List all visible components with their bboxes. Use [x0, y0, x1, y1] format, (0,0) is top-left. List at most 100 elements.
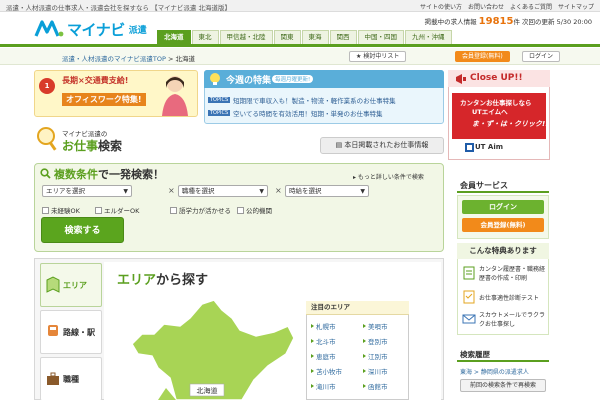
train-icon: [48, 325, 58, 336]
city-link[interactable]: 深川市: [363, 366, 388, 376]
hourly-wage-select-value: 時給を選択: [289, 187, 322, 195]
link-faq[interactable]: よくあるご質問: [510, 2, 552, 11]
job-search-title: お仕事検索: [62, 137, 122, 154]
ut-aim-logo-text: UT Aim: [475, 143, 504, 151]
area-search-title-b: から探す: [156, 273, 209, 288]
feature-topic-1[interactable]: TOPICS 短期限で車収入も！製造・物流・軽作業系のお仕事特集: [208, 95, 396, 105]
site-logo[interactable]: マイナビ 派遣: [34, 18, 147, 40]
checkbox-box[interactable]: [237, 206, 244, 214]
breadcrumb: 派遣・人材派遣のマイナビ派遣TOP > 北海道: [62, 53, 195, 63]
region-tab-tokai[interactable]: 東海: [301, 30, 329, 44]
region-tabs: 北海道 東北 甲信越・北陸 関東 東海 関西 中国・四国 九州・沖縄: [157, 30, 453, 44]
feature-topic-2[interactable]: TOPICS 空いてる時間を有効活用！短期・単発のお仕事特集: [208, 108, 382, 118]
checkbox-no-experience[interactable]: 未経験OK: [42, 205, 80, 215]
area-select[interactable]: エリアを選択 ▼: [42, 185, 132, 197]
mynavi-logo-icon: [34, 20, 64, 37]
advanced-search-link[interactable]: ▸ もっと詳しい条件で検索: [353, 172, 424, 181]
closeup-title: Close UP!!: [470, 73, 523, 83]
city-link[interactable]: 恵庭市: [311, 351, 336, 361]
member-services-rule: [457, 191, 549, 193]
link-sitemap[interactable]: サイトマップ: [558, 2, 594, 11]
perk-aptitude-test[interactable]: お仕事適性診断テスト: [462, 290, 539, 304]
site-tagline: 派遣・人材派遣の仕事求人・派遣会社を探すなら 【マイナビ派遣 北海道版】: [6, 4, 232, 12]
hourly-wage-select[interactable]: 時給を選択 ▼: [285, 185, 369, 197]
next-update: 次回の更新 5/30 20:00: [522, 18, 592, 26]
tab-area[interactable]: エリア: [40, 263, 102, 307]
chevron-down-icon: ▼: [123, 188, 128, 195]
city-link[interactable]: 函館市: [363, 381, 388, 391]
search-history-item[interactable]: 東海 > 静岡県の派遣求人: [460, 367, 529, 376]
tab-label: エリア: [63, 280, 87, 290]
perk-label: スカウトメールでラクラクお仕事探し: [479, 312, 546, 328]
link-contact[interactable]: お問い合わせ: [468, 2, 504, 11]
job-type-select-value: 職種を選択: [182, 187, 215, 195]
map-label: 北海道: [197, 386, 218, 395]
job-search-title-b: 検索: [98, 139, 123, 153]
register-button[interactable]: 会員登録(無料): [455, 51, 510, 62]
perk-resume[interactable]: カンタン履歴書・職務経歴書の作成・印刷: [462, 264, 549, 282]
notable-areas-title: 注目のエリア: [306, 301, 409, 315]
tab-line-station[interactable]: 路線・駅: [40, 310, 102, 354]
member-login-button[interactable]: ログイン: [462, 200, 544, 214]
ut-aim-banner-cta: ま・ず・は・クリック!!: [472, 120, 549, 128]
region-tab-koshinetsu-hokuriku[interactable]: 甲信越・北陸: [219, 30, 273, 44]
tab-job-type[interactable]: 職種: [40, 357, 102, 400]
topic-link[interactable]: 空いてる時間を有効活用！短期・単発のお仕事特集: [233, 108, 382, 118]
banner-subheadline: オフィスワーク特集!: [62, 93, 146, 106]
megaphone-icon: [456, 74, 466, 84]
document-icon: [463, 266, 475, 280]
logo-sub-text: 派遣: [128, 25, 147, 36]
checklist-icon: [463, 290, 475, 304]
checkbox-elder-ok[interactable]: エルダーOK: [95, 205, 139, 215]
region-tab-hokkaido[interactable]: 北海道: [157, 30, 191, 44]
checkbox-label: 未経験OK: [51, 207, 80, 215]
checkbox-box[interactable]: [95, 206, 102, 214]
member-register-button[interactable]: 会員登録(無料): [462, 218, 544, 232]
link-how-to-use[interactable]: サイトの使い方: [420, 2, 462, 11]
login-button[interactable]: ログイン: [522, 51, 561, 62]
city-link[interactable]: 滝川市: [311, 381, 336, 391]
perk-label: カンタン履歴書・職務経歴書の作成・印刷: [479, 266, 546, 282]
weekly-feature-title: 今週の特集: [226, 76, 272, 86]
city-link[interactable]: 苫小牧市: [311, 366, 342, 376]
utility-links: サイトの使い方 お問い合わせ よくあるご質問 サイトマップ: [420, 2, 594, 11]
region-tab-kanto[interactable]: 関東: [273, 30, 301, 44]
topic-link[interactable]: 短期限で車収入も！製造・物流・軽作業系のお仕事特集: [233, 95, 396, 105]
repeat-search-button[interactable]: 前回の検索条件で再検索: [460, 379, 546, 392]
region-tab-chugoku-shikoku[interactable]: 中国・四国: [357, 30, 404, 44]
job-type-select[interactable]: 職種を選択 ▼: [178, 185, 268, 197]
search-history-title: 検索履歴: [460, 350, 490, 359]
ut-aim-logo-icon: [465, 143, 474, 152]
chevron-down-icon: ▼: [360, 188, 365, 195]
checkbox-language-skill[interactable]: 語学力が活かせる: [170, 205, 231, 215]
breadcrumb-link-top[interactable]: 派遣・人材派遣のマイナビ派遣TOP: [62, 55, 166, 63]
region-tab-tohoku[interactable]: 東北: [191, 30, 219, 44]
checkbox-public-agency[interactable]: 公的機関: [237, 205, 272, 215]
city-link[interactable]: 登別市: [363, 336, 388, 346]
search-button[interactable]: 検索する: [41, 217, 124, 243]
ut-aim-banner-line2: UTエイムへ: [472, 108, 508, 116]
region-tab-kyushu-okinawa[interactable]: 九州・沖縄: [405, 30, 452, 44]
city-link[interactable]: 北斗市: [311, 336, 336, 346]
perk-scout-mail[interactable]: スカウトメールでラクラクお仕事探し: [462, 310, 549, 328]
today-jobs-button[interactable]: ▤ 本日掲載されたお仕事情報: [320, 137, 444, 154]
topic-tag: TOPICS: [208, 97, 231, 103]
checkbox-box[interactable]: [170, 206, 177, 214]
office-worker-illustration: [162, 76, 188, 116]
job-count-unit: 件: [513, 18, 520, 26]
checkbox-box[interactable]: [42, 206, 49, 214]
city-link[interactable]: 美唄市: [363, 321, 388, 331]
hokkaido-map[interactable]: 北海道: [118, 296, 296, 400]
check-list-button[interactable]: ★ 検討中リスト: [349, 51, 407, 62]
city-link[interactable]: 江別市: [363, 351, 388, 361]
multiply-sign: ×: [275, 186, 282, 195]
job-search-title-a: お仕事: [62, 139, 99, 153]
region-tab-kansai[interactable]: 関西: [329, 30, 357, 44]
area-search-title-a: エリア: [117, 273, 157, 288]
checkbox-label: 公的機関: [246, 207, 272, 215]
star-icon: ★: [356, 53, 362, 60]
banner-number-badge: 1: [39, 78, 55, 94]
member-services-title: 会員サービス: [460, 181, 508, 190]
job-count: 掲載中の求人情報 19815件 次回の更新 5/30 20:00: [425, 16, 592, 27]
city-link[interactable]: 札幌市: [311, 321, 336, 331]
